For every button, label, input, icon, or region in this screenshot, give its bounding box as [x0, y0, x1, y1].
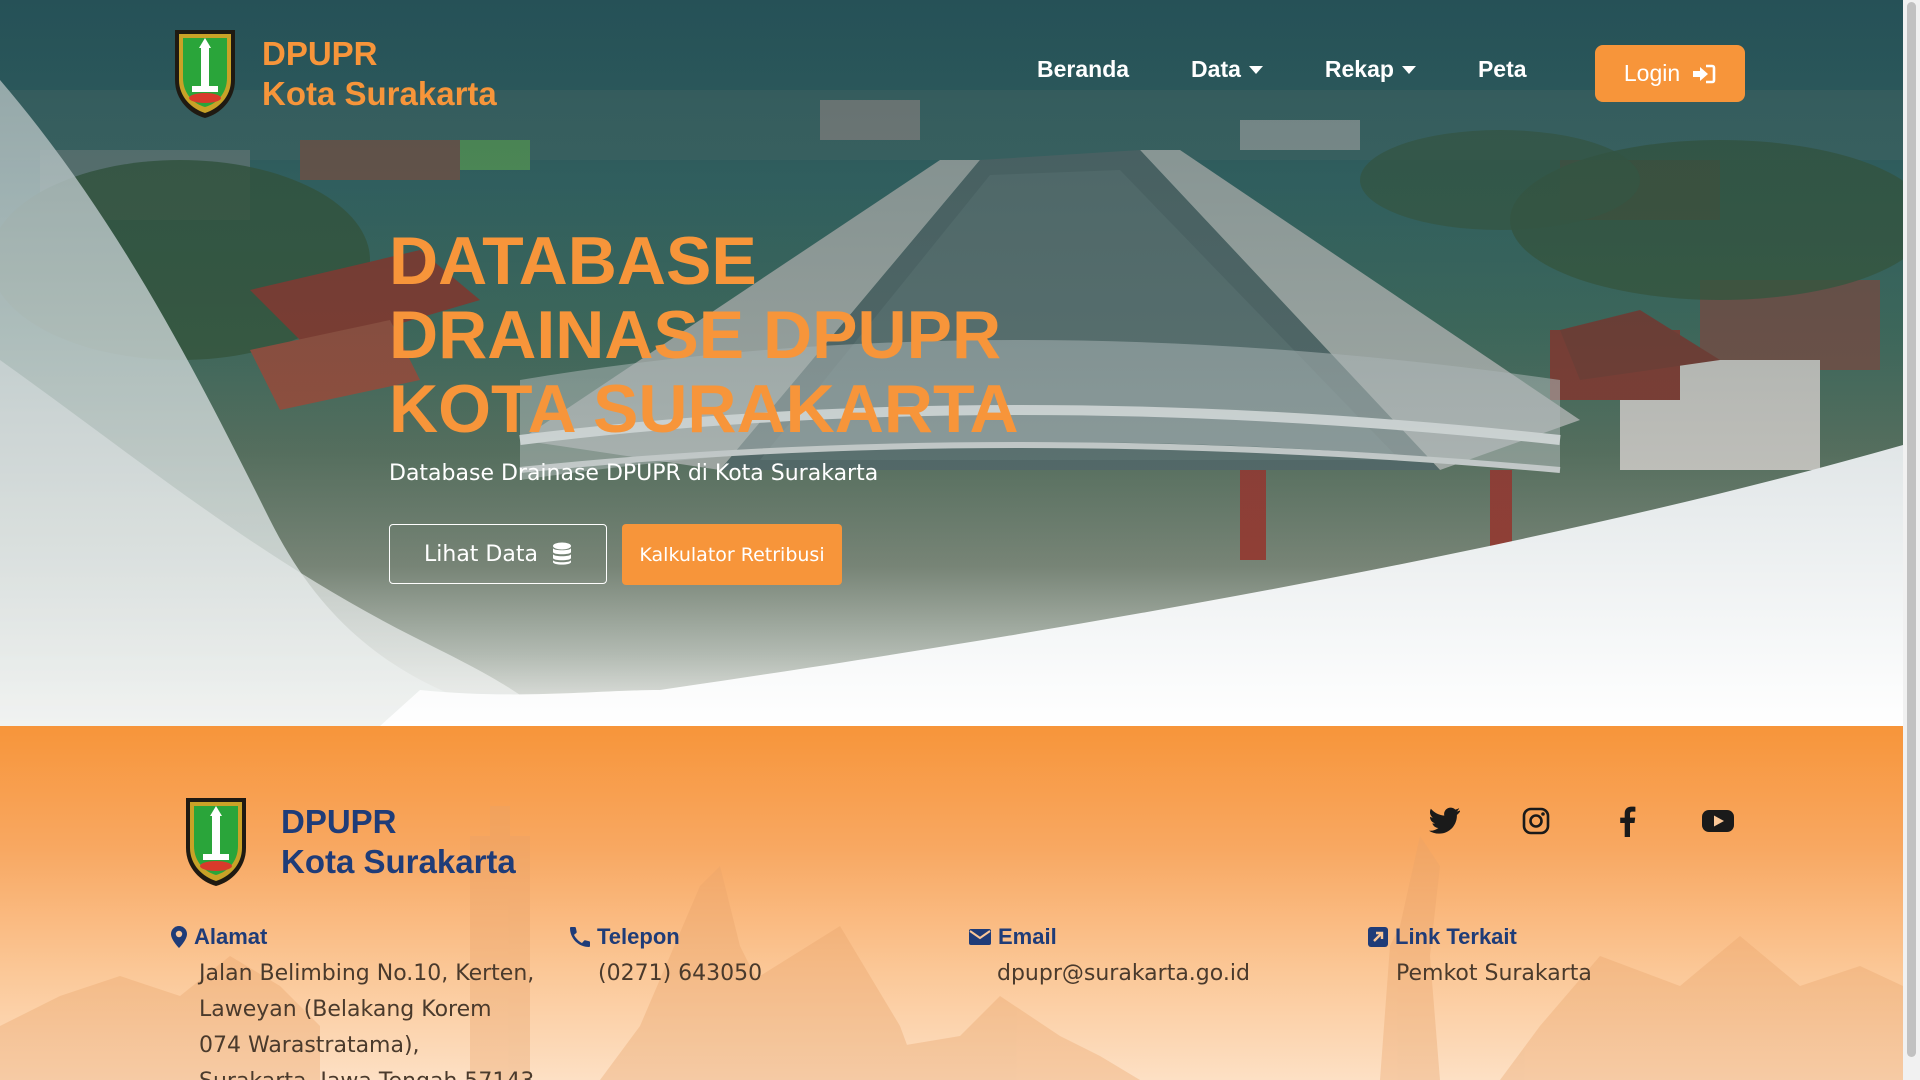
hero-title-line: DRAINASE DPUPR — [389, 297, 1002, 373]
footer-col-link-terkait: Link Terkait Pemkot Surakarta — [1367, 922, 1736, 992]
facebook-link[interactable] — [1610, 804, 1644, 838]
sign-in-icon — [1693, 64, 1716, 83]
footer-brand[interactable]: DPUPR Kota Surakarta — [183, 796, 516, 888]
nav-label: Data — [1191, 56, 1241, 82]
footer-col-alamat: Alamat Jalan Belimbing No.10, Kerten, La… — [170, 922, 539, 1080]
nav-item-data[interactable]: Data — [1191, 56, 1263, 83]
instagram-icon — [1522, 807, 1550, 835]
brand[interactable]: DPUPR Kota Surakarta — [172, 28, 497, 120]
nav-item-beranda[interactable]: Beranda — [1037, 56, 1129, 83]
pemkot-surakarta-link[interactable]: Pemkot Surakarta — [1396, 956, 1736, 992]
footer-col-title: Telepon — [597, 924, 680, 949]
youtube-icon — [1702, 810, 1734, 832]
footer-col-title: Alamat — [194, 924, 268, 949]
hero-title-line: DATABASE — [389, 223, 757, 299]
footer-brand-line-1: DPUPR — [281, 803, 397, 840]
lihat-data-button[interactable]: Lihat Data — [389, 524, 607, 584]
login-button[interactable]: Login — [1595, 45, 1745, 102]
phone-icon — [570, 927, 590, 947]
twitter-link[interactable] — [1428, 804, 1462, 838]
footer-col-title: Link Terkait — [1395, 924, 1517, 949]
hero-title-line: KOTA SURAKARTA — [389, 371, 1019, 447]
youtube-link[interactable] — [1701, 804, 1735, 838]
instagram-link[interactable] — [1519, 804, 1553, 838]
page-scrollbar[interactable] — [1903, 0, 1920, 1080]
brand-line-1: DPUPR — [262, 35, 378, 72]
facebook-icon — [1620, 806, 1636, 837]
nav-item-peta[interactable]: Peta — [1478, 56, 1527, 83]
hero-section: DPUPR Kota Surakarta Beranda Data Rekap … — [0, 0, 1903, 726]
hero-title: DATABASE DRAINASE DPUPR KOTA SURAKARTA — [389, 224, 1089, 446]
kalkulator-retribusi-button[interactable]: Kalkulator Retribusi — [622, 524, 842, 585]
map-marker-icon — [171, 926, 187, 948]
twitter-icon — [1429, 807, 1460, 834]
external-link-icon — [1368, 927, 1388, 947]
footer-col-telepon: Telepon (0271) 643050 — [569, 922, 938, 992]
nav-label: Rekap — [1324, 56, 1394, 82]
footer-col-title: Email — [998, 924, 1057, 949]
login-label: Login — [1623, 60, 1681, 86]
nav-label: Peta — [1477, 56, 1527, 82]
phone-number[interactable]: (0271) 643050 — [598, 956, 938, 992]
caret-down-icon — [1401, 65, 1416, 74]
lihat-data-label: Lihat Data — [424, 541, 538, 567]
brand-line-2: Kota Surakarta — [262, 75, 497, 112]
envelope-icon — [969, 929, 991, 945]
footer: DPUPR Kota Surakarta Alamat Jalan Belimb… — [0, 726, 1903, 1080]
address-text: Jalan Belimbing No.10, Kerten, Laweyan (… — [199, 961, 535, 1080]
caret-down-icon — [1248, 65, 1263, 74]
nav-item-rekap[interactable]: Rekap — [1325, 56, 1416, 83]
email-address[interactable]: dpupr@surakarta.go.id — [997, 956, 1337, 992]
surakarta-emblem-logo — [186, 798, 246, 886]
surakarta-emblem-logo — [175, 30, 235, 118]
footer-col-email: Email dpupr@surakarta.go.id — [968, 922, 1337, 992]
nav-label: Beranda — [1037, 56, 1130, 82]
hero-subtitle: Database Drainase DPUPR di Kota Surakart… — [389, 461, 879, 486]
main-nav: Beranda Data Rekap Peta — [1037, 56, 1589, 83]
database-icon — [552, 542, 571, 565]
scrollbar-thumb[interactable] — [1907, 2, 1916, 1057]
social-links — [1428, 804, 1792, 838]
footer-brand-line-2: Kota Surakarta — [281, 843, 516, 880]
